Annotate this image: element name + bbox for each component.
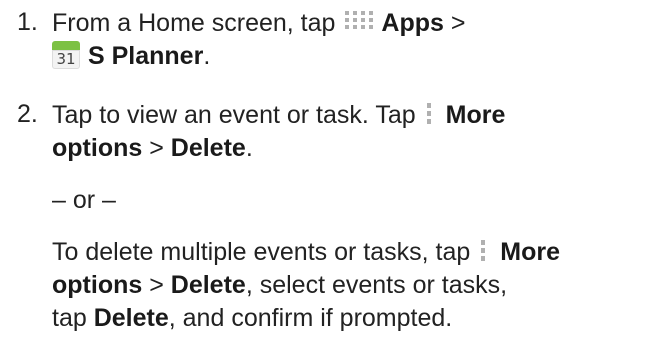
alt-line-2: options > Delete, select events or tasks… (52, 270, 507, 300)
more-label: More (500, 238, 561, 266)
period: . (203, 42, 211, 70)
calendar-icon: 31 (52, 41, 80, 69)
separator: > (149, 134, 164, 162)
delete-label: Delete (170, 134, 246, 162)
apps-grid-icon (344, 10, 377, 34)
alt-text: , select events or tasks, (245, 271, 508, 299)
step-1-line-2: 31 S Planner. (52, 41, 210, 71)
step-text: From a Home screen, tap (52, 9, 336, 37)
step-number: 1. (17, 8, 38, 36)
alt-line-1: To delete multiple events or tasks, tap … (52, 237, 560, 267)
step-2-line-2: options > Delete. (52, 133, 253, 163)
options-label: options (52, 134, 143, 162)
period: . (245, 134, 253, 162)
options-label: options (52, 271, 143, 299)
s-planner-label: S Planner (88, 42, 204, 70)
instruction-page: 1. From a Home screen, tap Apps > 31 S P… (0, 0, 661, 341)
separator: > (149, 271, 164, 299)
or-divider-text: – or – (52, 186, 116, 214)
separator: > (450, 9, 466, 37)
step-number: 2. (17, 100, 38, 128)
apps-label: Apps (381, 9, 444, 37)
more-label: More (445, 101, 506, 129)
more-options-icon (478, 237, 488, 265)
step-text: Tap to view an event or task. Tap (52, 101, 416, 129)
delete-label: Delete (170, 271, 246, 299)
alt-line-3: tap Delete, and confirm if prompted. (52, 303, 452, 333)
alt-text: tap (52, 304, 87, 332)
more-options-icon (424, 100, 434, 128)
step-2-line-1: Tap to view an event or task. Tap More (52, 100, 505, 130)
alt-text: To delete multiple events or tasks, tap (52, 238, 471, 266)
alt-text: , and confirm if prompted. (168, 304, 453, 332)
calendar-header (52, 41, 80, 50)
calendar-day: 31 (56, 50, 76, 68)
delete-label: Delete (93, 304, 169, 332)
step-1-line-1: From a Home screen, tap Apps > (52, 8, 465, 38)
